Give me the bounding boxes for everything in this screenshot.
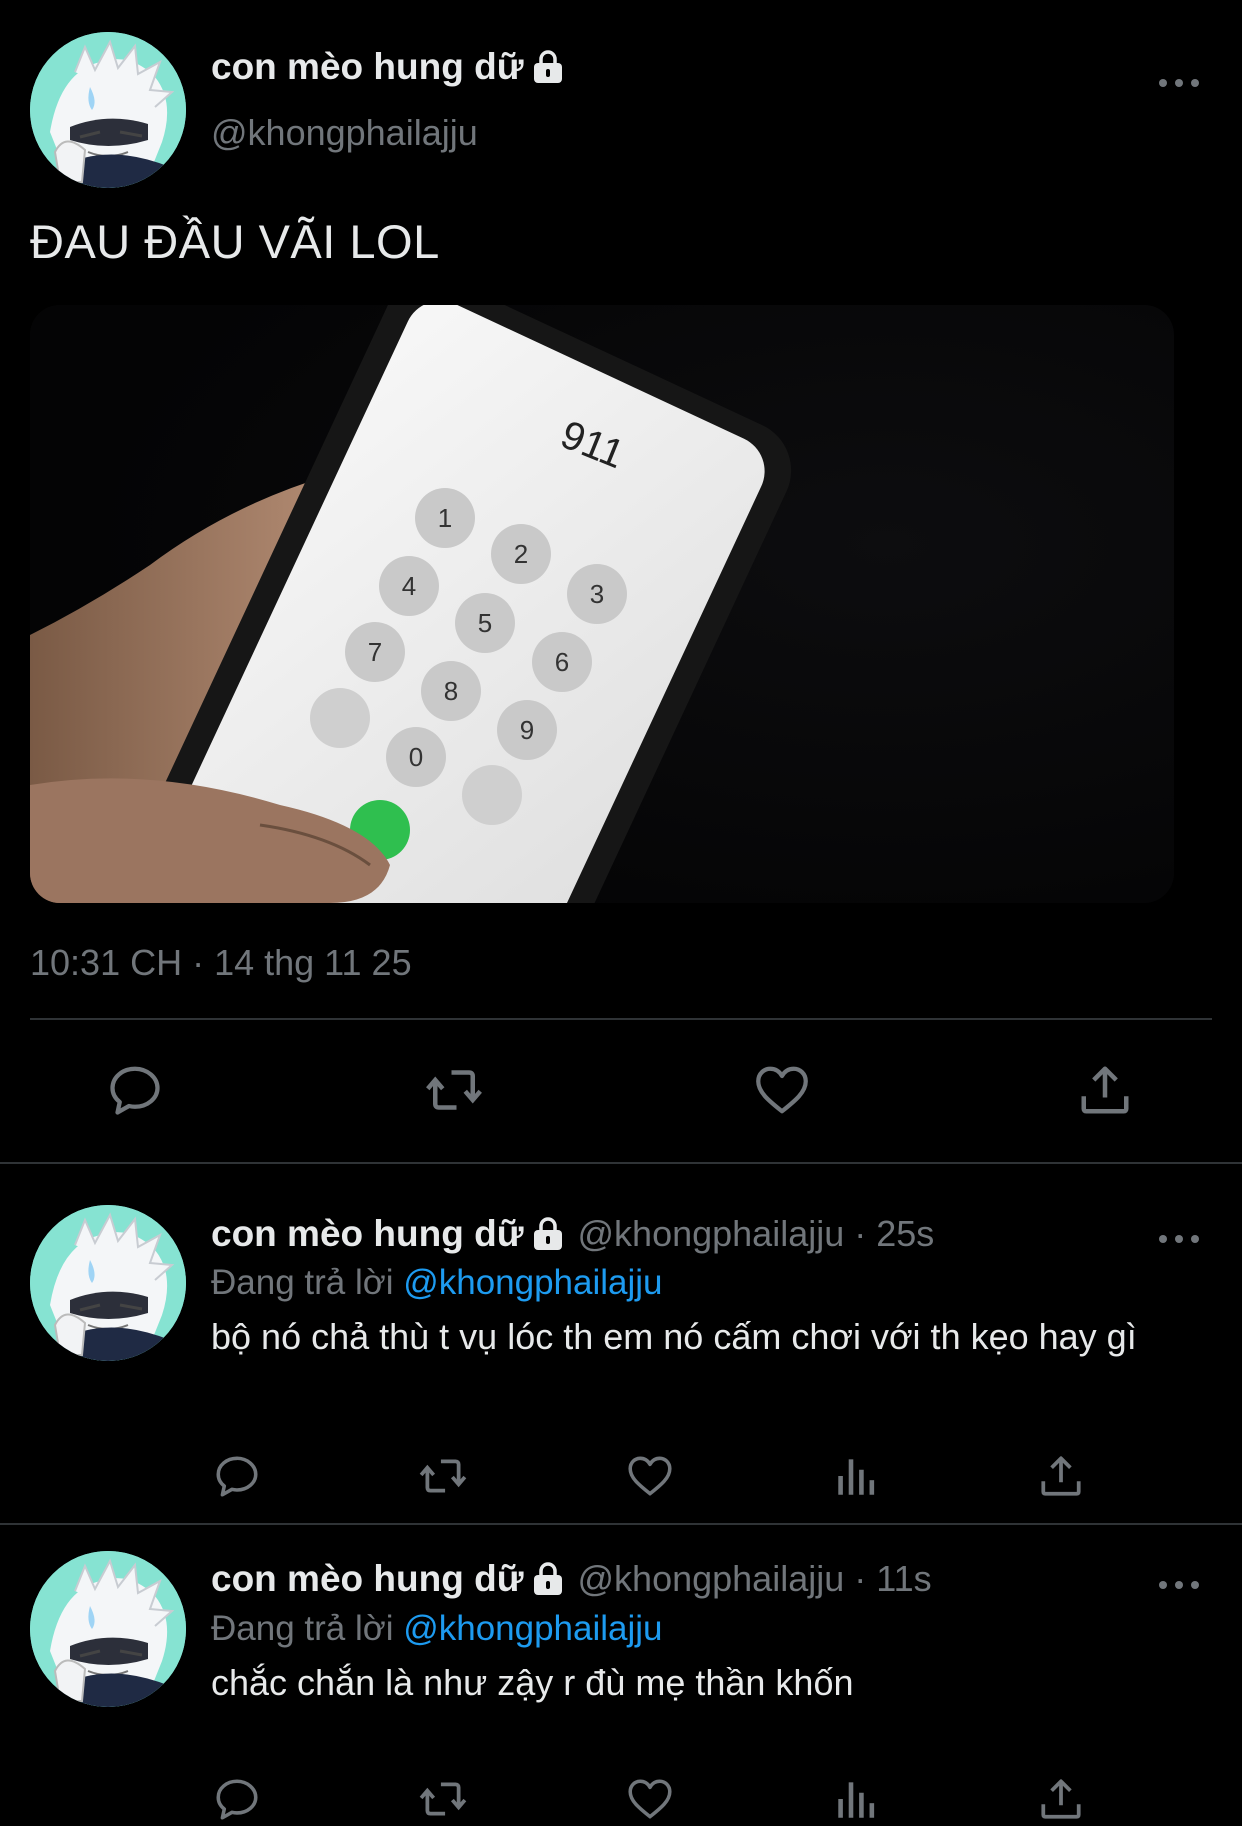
key-9: 9 <box>520 715 534 745</box>
replying-label: Đang trả lời <box>211 1609 394 1648</box>
key-4: 4 <box>402 571 416 601</box>
handle[interactable]: @khongphailajju <box>211 112 478 154</box>
phone-dialer-photo: 911 1 2 3 4 5 6 7 8 9 0 <box>30 305 1174 903</box>
share-icon[interactable] <box>1036 1774 1086 1824</box>
more-dots-icon[interactable] <box>1156 1231 1202 1247</box>
tweet-media-image[interactable]: 911 1 2 3 4 5 6 7 8 9 0 <box>30 305 1174 903</box>
replying-to: Đang trả lời @khongphailajju <box>211 1263 663 1303</box>
mention-link[interactable]: @khongphailajju <box>403 1263 662 1302</box>
lock-icon <box>532 1562 564 1596</box>
avatar-image <box>30 32 186 188</box>
key-8: 8 <box>444 676 458 706</box>
heart-icon[interactable] <box>625 1774 675 1824</box>
avatar[interactable] <box>30 1551 186 1707</box>
retweet-icon[interactable] <box>424 1060 484 1120</box>
reply-icon[interactable] <box>212 1451 262 1501</box>
key-5: 5 <box>478 608 492 638</box>
replying-label: Đang trả lời <box>211 1263 394 1302</box>
heart-icon[interactable] <box>625 1451 675 1501</box>
author-name-row[interactable]: con mèo hung dữ <box>211 46 564 88</box>
divider <box>0 1523 1242 1525</box>
share-icon[interactable] <box>1075 1060 1135 1120</box>
lock-icon <box>532 1217 564 1251</box>
key-3: 3 <box>590 579 604 609</box>
divider <box>0 1162 1242 1164</box>
reply-icon[interactable] <box>212 1774 262 1824</box>
bar-chart-icon[interactable] <box>831 1774 881 1824</box>
retweet-icon[interactable] <box>418 1451 468 1501</box>
tweet-text: ĐAU ĐẦU VÃI LOL <box>30 215 440 268</box>
replying-to: Đang trả lời @khongphailajju <box>211 1609 663 1649</box>
key-0: 0 <box>409 742 423 772</box>
reply-icon[interactable] <box>105 1060 165 1120</box>
avatar[interactable] <box>30 32 186 188</box>
handle-and-time[interactable]: @khongphailajju · 11s <box>578 1558 932 1600</box>
key-2: 2 <box>514 539 528 569</box>
reply-header: con mèo hung dữ @khongphailajju · 25s <box>211 1213 934 1255</box>
lock-icon <box>532 50 564 84</box>
mention-link[interactable]: @khongphailajju <box>403 1609 662 1648</box>
display-name[interactable]: con mèo hung dữ <box>211 46 524 88</box>
reply-text: bộ nó chả thù t vụ lóc th em nó cấm chơi… <box>211 1316 1137 1357</box>
key-1: 1 <box>438 503 452 533</box>
heart-icon[interactable] <box>752 1060 812 1120</box>
tweet-timestamp[interactable]: 10:31 CH · 14 thg 11 25 <box>30 942 412 984</box>
reply-text: chắc chắn là như zậy r đù mẹ thần khốn <box>211 1662 854 1703</box>
more-dots-icon[interactable] <box>1156 1577 1202 1593</box>
avatar[interactable] <box>30 1205 186 1361</box>
handle-and-time[interactable]: @khongphailajju · 25s <box>578 1213 935 1255</box>
key-6: 6 <box>555 647 569 677</box>
retweet-icon[interactable] <box>418 1774 468 1824</box>
display-name[interactable]: con mèo hung dữ <box>211 1213 524 1255</box>
avatar-image <box>30 1551 186 1707</box>
share-icon[interactable] <box>1036 1451 1086 1501</box>
divider <box>30 1018 1212 1020</box>
avatar-image <box>30 1205 186 1361</box>
more-dots-icon[interactable] <box>1156 75 1202 91</box>
key-7: 7 <box>368 637 382 667</box>
display-name[interactable]: con mèo hung dữ <box>211 1558 524 1600</box>
bar-chart-icon[interactable] <box>831 1451 881 1501</box>
reply-header: con mèo hung dữ @khongphailajju · 11s <box>211 1558 932 1600</box>
